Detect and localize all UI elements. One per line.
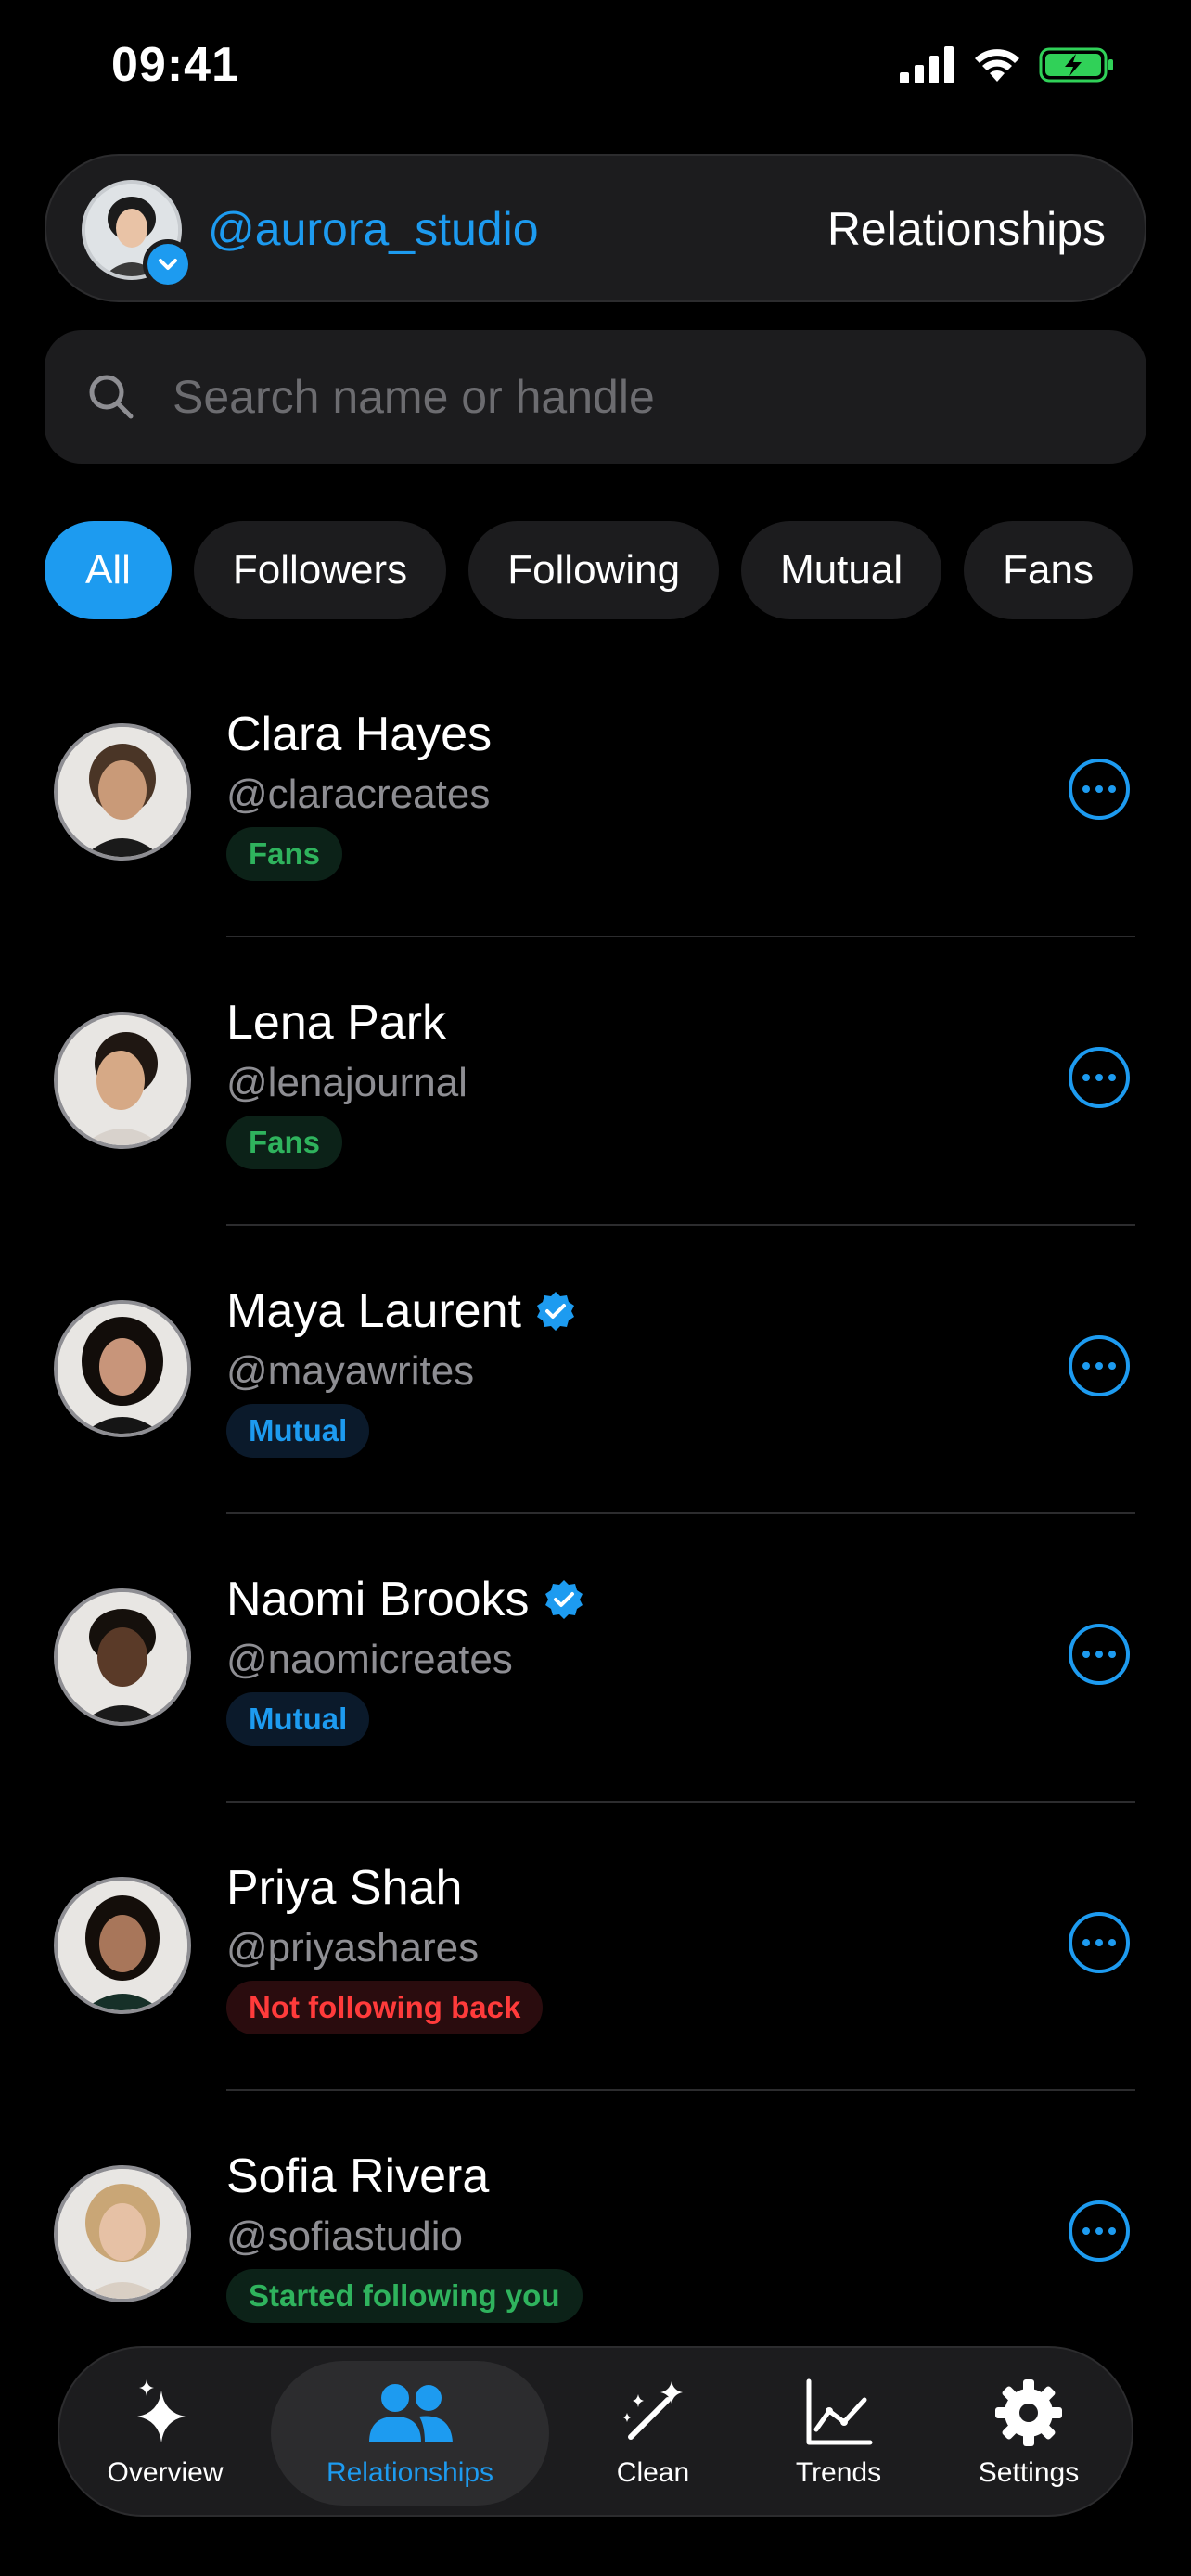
bottom-tab-bar: Overview Relationships Clean Trends Sett… bbox=[58, 2346, 1133, 2517]
account-header[interactable]: @aurora_studio Relationships bbox=[45, 154, 1146, 302]
avatar[interactable] bbox=[54, 1877, 191, 2014]
nav-trends[interactable]: Trends bbox=[764, 2348, 913, 2519]
relationship-badge: Mutual bbox=[226, 1692, 370, 1746]
avatar-image bbox=[58, 2169, 187, 2299]
list-item[interactable]: Priya Shah @priyashares Not following ba… bbox=[0, 1803, 1191, 2091]
tab-followers[interactable]: Followers bbox=[193, 521, 447, 619]
person-name: Priya Shah bbox=[226, 1861, 463, 1915]
more-options-button[interactable] bbox=[1069, 1335, 1130, 1396]
person-handle: @claracreates bbox=[226, 772, 491, 817]
search-bar[interactable] bbox=[45, 330, 1146, 464]
page-title: Relationships bbox=[826, 203, 1106, 255]
relationship-badge: Started following you bbox=[226, 2269, 583, 2323]
avatar-image bbox=[58, 1881, 187, 2010]
nav-label: Settings bbox=[978, 2457, 1080, 2488]
gear-icon bbox=[995, 2379, 1062, 2446]
person-handle: @mayawrites bbox=[226, 1348, 475, 1394]
account-handle[interactable]: @aurora_studio bbox=[208, 202, 539, 256]
avatar[interactable] bbox=[54, 2165, 191, 2302]
status-bar: 09:41 bbox=[0, 0, 1191, 139]
avatar[interactable] bbox=[54, 723, 191, 861]
nav-label: Trends bbox=[795, 2457, 882, 2488]
cellular-signal-icon bbox=[900, 46, 954, 83]
more-options-button[interactable] bbox=[1069, 1624, 1130, 1685]
nav-label: Clean bbox=[616, 2457, 690, 2488]
status-icons bbox=[900, 46, 1115, 83]
avatar[interactable] bbox=[54, 1588, 191, 1726]
more-options-button[interactable] bbox=[1069, 2200, 1130, 2262]
person-name: Naomi Brooks bbox=[226, 1573, 530, 1626]
wifi-icon bbox=[975, 49, 1019, 82]
people-list: Clara Hayes @claracreates Fans Lena Park… bbox=[0, 649, 1191, 2379]
people-icon bbox=[369, 2384, 453, 2442]
line-chart-icon bbox=[806, 2378, 873, 2445]
tab-mutual[interactable]: Mutual bbox=[741, 521, 942, 619]
person-handle: @priyashares bbox=[226, 1925, 480, 1970]
verified-badge-icon bbox=[544, 1580, 583, 1619]
list-item[interactable]: Maya Laurent @mayawrites Mutual bbox=[0, 1226, 1191, 1514]
list-item[interactable]: Lena Park @lenajournal Fans bbox=[0, 937, 1191, 1226]
magic-wand-icon bbox=[623, 2381, 683, 2440]
more-options-button[interactable] bbox=[1069, 1047, 1130, 1108]
nav-clean[interactable]: Clean bbox=[579, 2348, 727, 2519]
verified-badge-icon bbox=[536, 1292, 574, 1331]
chevron-down-icon bbox=[159, 259, 177, 270]
nav-label: Relationships bbox=[326, 2457, 494, 2488]
more-options-button[interactable] bbox=[1069, 759, 1130, 820]
battery-charging-icon bbox=[1039, 47, 1113, 83]
person-name: Sofia Rivera bbox=[226, 2149, 490, 2203]
account-switch-badge[interactable] bbox=[143, 239, 193, 289]
relationship-badge: Not following back bbox=[226, 1981, 544, 2034]
avatar-image bbox=[58, 1015, 187, 1145]
list-item[interactable]: Clara Hayes @claracreates Fans bbox=[0, 649, 1191, 937]
tab-following[interactable]: Following bbox=[468, 521, 720, 619]
list-item[interactable]: Naomi Brooks @naomicreates Mutual bbox=[0, 1514, 1191, 1803]
list-item[interactable]: Sofia Rivera @sofiastudio Started follow… bbox=[0, 2091, 1191, 2379]
tab-fans[interactable]: Fans bbox=[964, 521, 1133, 619]
avatar-image bbox=[58, 1304, 187, 1434]
filter-tabs: All Followers Following Mutual Fans bbox=[45, 521, 1133, 619]
person-name: Maya Laurent bbox=[226, 1284, 521, 1338]
avatar-image bbox=[58, 727, 187, 857]
nav-overview[interactable]: Overview bbox=[91, 2348, 239, 2519]
avatar[interactable] bbox=[54, 1300, 191, 1437]
avatar[interactable] bbox=[54, 1012, 191, 1149]
search-input[interactable] bbox=[173, 330, 1146, 464]
relationship-badge: Mutual bbox=[226, 1404, 370, 1458]
person-name: Clara Hayes bbox=[226, 708, 493, 761]
status-time: 09:41 bbox=[111, 38, 239, 92]
relationship-badge: Fans bbox=[226, 1116, 343, 1169]
sparkles-icon bbox=[137, 2379, 186, 2442]
nav-settings[interactable]: Settings bbox=[950, 2348, 1108, 2519]
nav-label: Overview bbox=[107, 2457, 224, 2488]
relationship-badge: Fans bbox=[226, 827, 343, 881]
nav-relationships[interactable]: Relationships bbox=[271, 2361, 549, 2506]
person-name: Lena Park bbox=[226, 996, 447, 1050]
avatar-image bbox=[58, 1592, 187, 1722]
person-handle: @naomicreates bbox=[226, 1637, 513, 1682]
search-icon bbox=[89, 375, 134, 419]
tab-all[interactable]: All bbox=[45, 521, 172, 619]
person-handle: @sofiastudio bbox=[226, 2213, 464, 2259]
person-handle: @lenajournal bbox=[226, 1060, 467, 1105]
more-options-button[interactable] bbox=[1069, 1912, 1130, 1973]
